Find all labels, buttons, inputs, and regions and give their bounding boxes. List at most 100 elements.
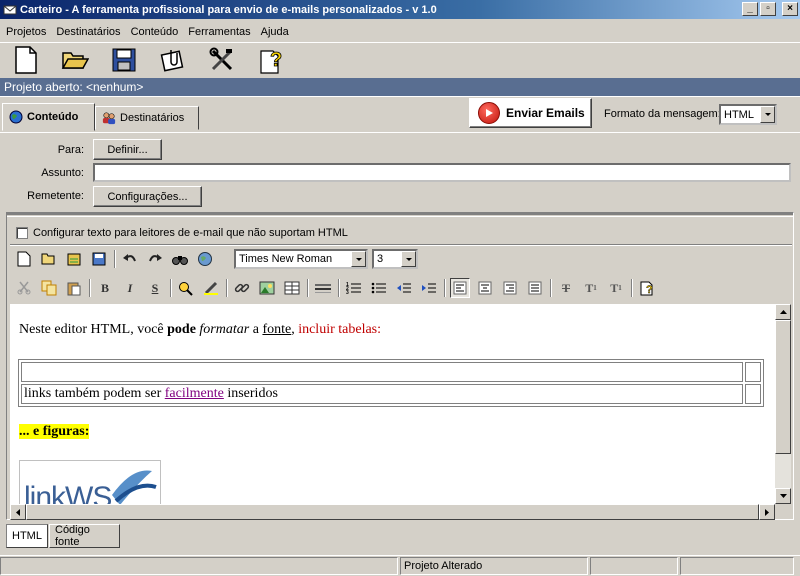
table-cell[interactable] [745,362,761,382]
scroll-left-icon[interactable] [10,504,26,520]
para-label: Para: [57,144,84,156]
minimize-button[interactable]: _ [742,2,758,16]
menu-bar: Projetos Destinatários Conteúdo Ferramen… [0,23,800,41]
menu-ferramentas[interactable]: Ferramentas [183,26,255,38]
numbered-list-icon[interactable]: 123 [344,278,364,298]
save-disk-icon[interactable] [108,44,140,76]
table-cell[interactable] [745,384,761,404]
menu-conteudo[interactable]: Conteúdo [126,26,184,38]
globe-icon [9,110,23,124]
tab-destinatarios-label: Destinatários [120,112,185,124]
paste-icon[interactable] [64,278,84,298]
menu-destinatarios[interactable]: Destinatários [51,26,125,38]
svg-text:?: ? [646,284,653,296]
close-button[interactable]: × [782,2,798,16]
linkws-logo[interactable]: linkWS [19,460,161,504]
copy-icon[interactable] [39,278,59,298]
format-label: Formato da mensagem: [604,108,721,120]
scroll-down-icon[interactable] [775,488,791,504]
menu-projetos[interactable]: Projetos [1,26,51,38]
undo-icon[interactable] [120,249,140,269]
align-center-icon[interactable] [475,278,495,298]
horizontal-scrollbar[interactable] [10,504,775,520]
maximize-button[interactable]: ▫ [760,2,776,16]
table-row: links também podem ser facilmente inseri… [21,384,761,404]
load-template-icon[interactable] [64,249,84,269]
scroll-up-icon[interactable] [775,304,791,320]
chevron-down-icon[interactable] [760,106,775,123]
find-binoculars-icon[interactable] [170,249,190,269]
status-panel-3 [590,557,678,575]
subscript-icon[interactable]: T1 [581,278,601,298]
color-picker-icon[interactable] [176,278,196,298]
chevron-down-icon[interactable] [351,251,366,267]
configuracoes-button[interactable]: Configurações... [93,186,202,207]
editor-toolbar-2: B I S 123 T T1 T1 ? [14,277,662,299]
font-size-value: 3 [377,253,384,265]
tab-conteudo[interactable]: Conteúdo [2,103,95,131]
preview-globe-icon[interactable] [195,249,215,269]
users-icon [102,112,116,125]
tab-html[interactable]: HTML [6,524,48,548]
status-panel-1 [0,557,398,575]
new-file-icon[interactable] [10,44,42,76]
svg-text:?: ? [270,49,282,71]
bullet-list-icon[interactable] [369,278,389,298]
scroll-right-icon[interactable] [759,504,775,520]
align-left-icon[interactable] [450,278,470,298]
facilmente-link[interactable]: facilmente [165,386,224,401]
chevron-down-icon[interactable] [401,251,416,267]
open-icon[interactable] [39,249,59,269]
tools-icon[interactable] [206,44,238,76]
new-document-icon[interactable] [14,249,34,269]
svg-text:3: 3 [346,290,349,295]
italic-icon[interactable]: I [120,278,140,298]
outdent-icon[interactable] [394,278,414,298]
plain-text-option[interactable]: Configurar texto para leitores de e-mail… [16,227,348,239]
tab-destinatarios[interactable]: Destinatários [95,106,199,130]
table-row [21,362,761,382]
status-bar: Projeto Alterado [0,555,800,576]
tab-codigo-fonte[interactable]: Código fonte [49,524,120,548]
format-value: HTML [724,108,754,121]
table-cell[interactable]: links também podem ser facilmente inseri… [21,384,743,404]
menu-ajuda[interactable]: Ajuda [256,26,294,38]
plain-text-label: Configurar texto para leitores de e-mail… [33,227,348,239]
figures-heading: ... e figuras: [19,424,90,439]
indent-icon[interactable] [419,278,439,298]
insert-table-icon[interactable] [282,278,302,298]
send-emails-button[interactable]: Enviar Emails [469,98,592,128]
highlight-icon[interactable] [201,278,221,298]
definir-button[interactable]: Definir... [93,139,162,160]
link-icon[interactable] [232,278,252,298]
app-icon [3,5,17,14]
horizontal-scroll-thumb[interactable] [26,504,759,520]
save-icon[interactable] [89,249,109,269]
format-select[interactable]: HTML [719,104,777,125]
attach-clip-icon[interactable] [157,44,189,76]
editor-table[interactable]: links também podem ser facilmente inseri… [18,359,764,407]
send-emails-label: Enviar Emails [506,106,585,120]
help-icon[interactable]: ? [255,44,287,76]
font-name-select[interactable]: Times New Roman [234,249,368,269]
table-cell[interactable] [21,362,743,382]
vertical-scroll-thumb[interactable] [775,320,791,454]
align-right-icon[interactable] [500,278,520,298]
horizontal-rule-icon[interactable] [313,278,333,298]
underline-icon[interactable]: S [145,278,165,298]
cut-icon[interactable] [14,278,34,298]
assunto-input[interactable] [93,163,791,182]
plain-text-checkbox[interactable] [16,227,28,239]
open-folder-icon[interactable] [59,44,91,76]
superscript-icon[interactable]: T1 [606,278,626,298]
redo-icon[interactable] [145,249,165,269]
bold-icon[interactable]: B [95,278,115,298]
remetente-label: Remetente: [27,190,84,202]
html-editor-document[interactable]: Neste editor HTML, você pode formatar a … [10,304,775,504]
vertical-scrollbar[interactable] [775,304,791,504]
help-icon[interactable]: ? [637,278,657,298]
font-size-select[interactable]: 3 [372,249,418,269]
strikethrough-icon[interactable]: T [556,278,576,298]
insert-image-icon[interactable] [257,278,277,298]
align-justify-icon[interactable] [525,278,545,298]
